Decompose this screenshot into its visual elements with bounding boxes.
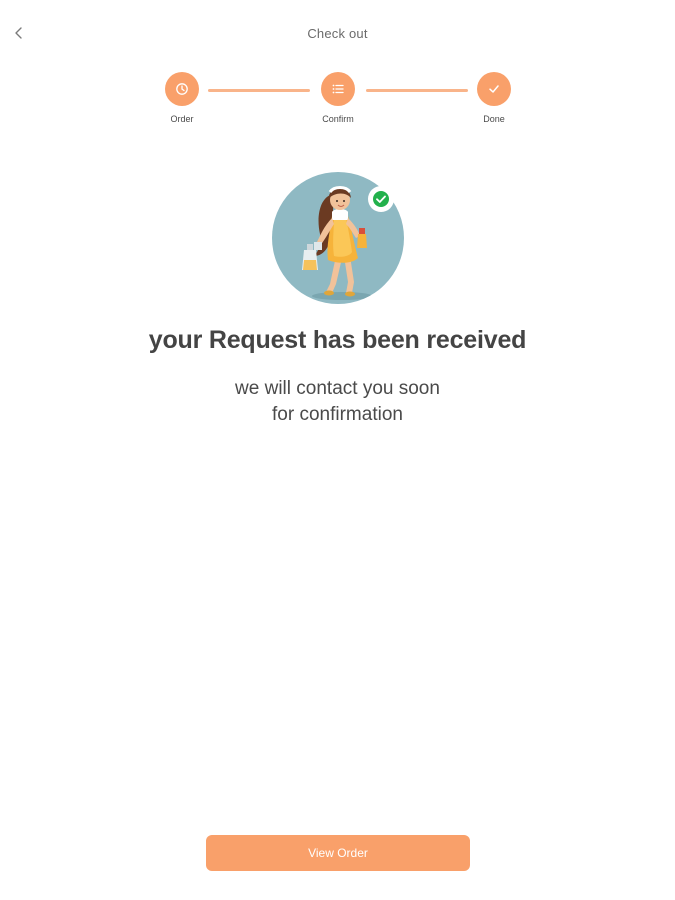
step-label: Confirm: [322, 114, 354, 124]
success-illustration: [272, 172, 404, 304]
subtext-line-1: we will contact you soon: [235, 378, 440, 399]
step-done: Done: [464, 72, 524, 124]
clock-icon: [176, 83, 188, 95]
step-connector: [208, 89, 310, 92]
view-order-button[interactable]: View Order: [206, 835, 470, 871]
check-icon: [489, 85, 499, 93]
confirmation-subtext: we will contact you soon for confirmatio…: [0, 376, 675, 428]
step-confirm: Confirm: [308, 72, 368, 124]
confirmation-headline: your Request has been received: [148, 326, 527, 354]
checkout-done-screen: Check out Order Confirm Done your Reques…: [0, 0, 675, 900]
step-order-circle: [165, 72, 199, 106]
step-order: Order: [152, 72, 212, 124]
success-badge: [368, 186, 394, 212]
step-label: Order: [170, 114, 194, 124]
top-bar: Check out: [0, 18, 675, 50]
checklist-icon: [332, 84, 344, 94]
subtext-line-2: for confirmation: [272, 404, 403, 425]
checkout-stepper: Order Confirm Done: [0, 72, 675, 132]
step-done-circle: [477, 72, 511, 106]
step-label: Done: [483, 114, 505, 124]
step-connector: [366, 89, 468, 92]
page-title: Check out: [307, 26, 368, 41]
check-circle-icon: [373, 191, 389, 207]
step-confirm-circle: [321, 72, 355, 106]
